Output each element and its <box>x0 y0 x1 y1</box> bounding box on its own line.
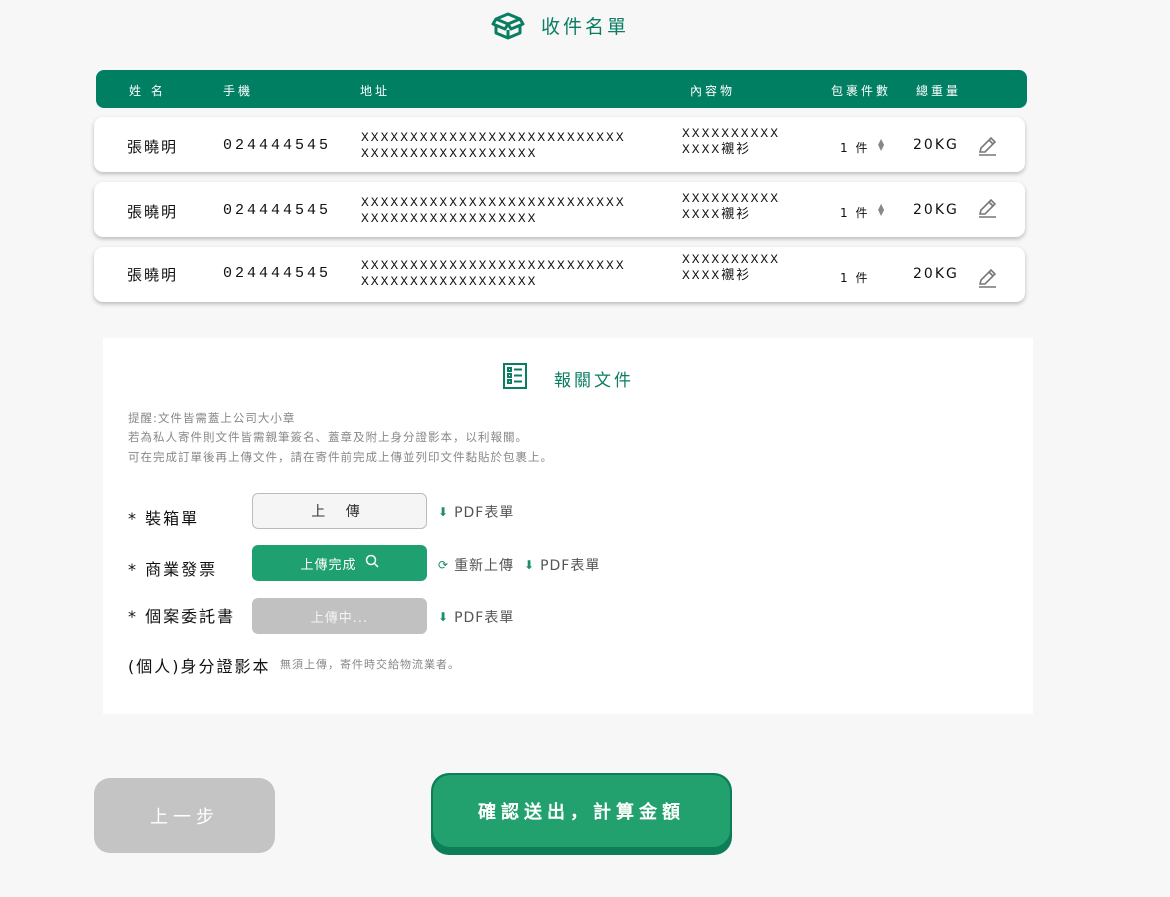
recipient-name: 張曉明 <box>127 203 179 221</box>
reminder-note: 可在完成訂單後再上傳文件，請在寄件前完成上傳並列印文件黏貼於包裹上。 <box>128 450 553 464</box>
contents-line: XXXXXXXXXX <box>682 126 781 141</box>
address-line: XXXXXXXXXXXXXXXXXXXXXXXXXXX <box>361 258 626 273</box>
total-weight: 20KG <box>913 266 959 282</box>
download-icon: ⬇ <box>524 558 536 572</box>
packing-list-upload-button[interactable]: 上 傳 <box>252 493 427 529</box>
contents-line: XXXX襯衫 <box>682 142 752 157</box>
customs-documents-panel: 報關文件 提醒:文件皆需蓋上公司大小章 若為私人寄件則文件皆需親筆簽名、蓋章及附… <box>103 338 1033 714</box>
address-line: XXXXXXXXXXXXXXXXXX <box>361 211 538 226</box>
customs-title-text: 報關文件 <box>554 370 634 391</box>
address-line: XXXXXXXXXXXXXXXXXXXXXXXXXXX <box>361 130 626 145</box>
pdf-link-label: PDF表單 <box>454 610 515 626</box>
upload-complete-label: 上傳完成 <box>300 557 357 573</box>
quantity-stepper-icon[interactable]: ▲ ▼ <box>878 203 886 217</box>
previous-step-button[interactable]: 上一步 <box>94 778 275 853</box>
customs-title: 報關文件 <box>103 362 1033 394</box>
id-copy-label: (個人)身分證影本 <box>128 657 271 676</box>
column-address: 地址 <box>360 84 391 98</box>
search-icon[interactable] <box>365 554 379 572</box>
recipient-phone: 024444545 <box>223 265 332 282</box>
id-copy-note: 無須上傳，寄件時交給物流業者。 <box>280 658 460 671</box>
recipient-address: XXXXXXXXXXXXXXXXXXXXXXXXXXX XXXXXXXXXXXX… <box>361 130 626 162</box>
page-header: 收件名單 <box>0 10 1120 40</box>
edit-pencil-icon[interactable] <box>976 135 998 161</box>
address-line: XXXXXXXXXXXXXXXXXXXXXXXXXXX <box>361 195 626 210</box>
edit-pencil-icon[interactable] <box>976 267 998 293</box>
total-weight: 20KG <box>913 137 959 153</box>
package-quantity: 1 件 <box>840 271 870 285</box>
pdf-link-label: PDF表單 <box>540 558 601 574</box>
commercial-invoice-pdf-link[interactable]: ⬇ PDF表單 <box>524 555 600 575</box>
packing-list-label: * 裝箱單 <box>128 509 200 528</box>
table-header: 姓 名 手機 地址 內容物 包裹件數 總重量 <box>96 70 1027 108</box>
consignment-pdf-link[interactable]: ⬇ PDF表單 <box>438 607 514 627</box>
pdf-link-label: PDF表單 <box>454 505 515 521</box>
package-box-icon <box>491 10 525 40</box>
package-contents: XXXXXXXXXX XXXX襯衫 <box>682 191 780 223</box>
confirm-submit-button[interactable]: 確認送出，計算金額 <box>431 773 732 855</box>
address-line: XXXXXXXXXXXXXXXXXX <box>361 146 538 161</box>
checklist-icon <box>502 362 528 394</box>
table-row: 張曉明 024444545 XXXXXXXXXXXXXXXXXXXXXXXXXX… <box>94 117 1025 172</box>
contents-line: XXXXXXXXXX <box>682 252 781 267</box>
recipient-address: XXXXXXXXXXXXXXXXXXXXXXXXXXX XXXXXXXXXXXX… <box>361 258 626 290</box>
total-weight: 20KG <box>913 202 959 218</box>
reupload-link[interactable]: ⟳ 重新上傳 <box>438 555 514 575</box>
contents-line: XXXX襯衫 <box>682 268 752 283</box>
consignment-uploading-button[interactable]: 上傳中... <box>252 598 427 634</box>
commercial-invoice-upload-complete-button[interactable]: 上傳完成 <box>252 545 427 581</box>
commercial-invoice-label: * 商業發票 <box>128 560 218 579</box>
recipient-phone: 024444545 <box>223 137 332 154</box>
address-line: XXXXXXXXXXXXXXXXXX <box>361 274 538 289</box>
quantity-stepper-icon[interactable]: ▲ ▼ <box>878 138 886 152</box>
packing-list-pdf-link[interactable]: ⬇ PDF表單 <box>438 502 514 522</box>
download-icon: ⬇ <box>438 610 450 624</box>
confirm-submit-label: 確認送出，計算金額 <box>433 775 730 847</box>
contents-line: XXXX襯衫 <box>682 207 752 222</box>
column-name: 姓 名 <box>129 84 166 98</box>
column-total-weight: 總重量 <box>916 84 962 98</box>
package-quantity: 1 件 <box>840 141 870 155</box>
column-package-count: 包裹件數 <box>831 84 892 98</box>
package-contents: XXXXXXXXXX XXXX襯衫 <box>682 126 780 158</box>
column-contents: 內容物 <box>690 84 736 98</box>
reminder-note: 若為私人寄件則文件皆需親筆簽名、蓋章及附上身分證影本，以利報關。 <box>128 430 528 444</box>
recipient-address: XXXXXXXXXXXXXXXXXXXXXXXXXXX XXXXXXXXXXXX… <box>361 195 626 227</box>
download-icon: ⬇ <box>438 505 450 519</box>
recipient-name: 張曉明 <box>127 266 179 284</box>
reupload-label: 重新上傳 <box>454 558 515 574</box>
refresh-icon: ⟳ <box>438 558 450 572</box>
contents-line: XXXXXXXXXX <box>682 191 781 206</box>
consignment-letter-label: * 個案委託書 <box>128 607 236 626</box>
recipient-name: 張曉明 <box>127 138 179 156</box>
edit-pencil-icon[interactable] <box>976 197 998 223</box>
package-quantity: 1 件 <box>840 206 870 220</box>
reminder-note: 提醒:文件皆需蓋上公司大小章 <box>128 411 296 425</box>
column-phone: 手機 <box>223 84 254 98</box>
table-row: 張曉明 024444545 XXXXXXXXXXXXXXXXXXXXXXXXXX… <box>94 182 1025 237</box>
recipient-phone: 024444545 <box>223 202 332 219</box>
page-title: 收件名單 <box>540 15 629 38</box>
package-contents: XXXXXXXXXX XXXX襯衫 <box>682 252 780 284</box>
table-row: 張曉明 024444545 XXXXXXXXXXXXXXXXXXXXXXXXXX… <box>94 247 1025 302</box>
